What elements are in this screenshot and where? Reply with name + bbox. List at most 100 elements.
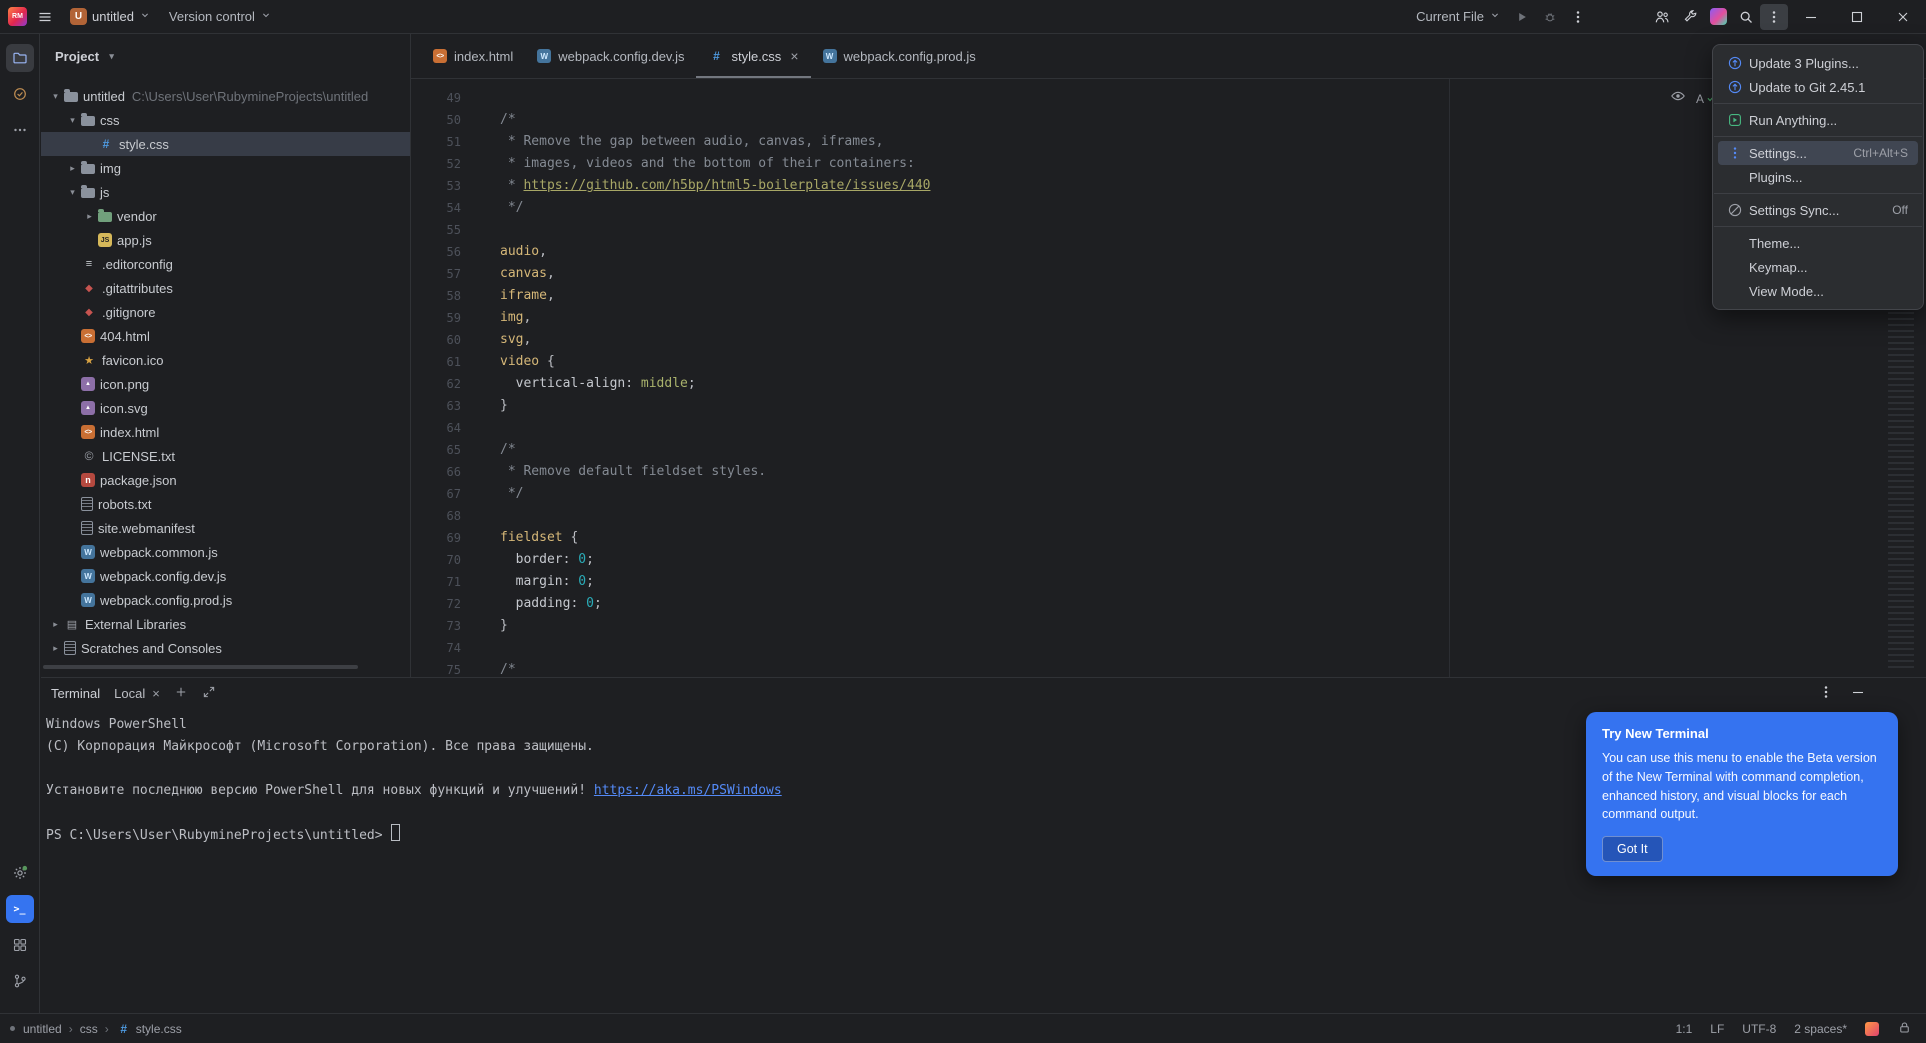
settings-tool-icon[interactable] xyxy=(6,859,34,887)
editor-code[interactable]: 4950/*51 * Remove the gap between audio,… xyxy=(411,79,1926,677)
tree-item-package-json[interactable]: npackage.json xyxy=(41,468,410,492)
terminal-panel-title[interactable]: Terminal xyxy=(51,686,100,701)
lock-icon[interactable] xyxy=(1897,1020,1912,1038)
css-file-icon: # xyxy=(116,1022,132,1036)
horizontal-scrollbar[interactable] xyxy=(43,665,358,669)
commit-tool-icon[interactable] xyxy=(6,80,34,108)
code-with-me-users-icon[interactable] xyxy=(1648,4,1676,30)
tree-item-external-libraries[interactable]: ▸▤External Libraries xyxy=(41,612,410,636)
close-terminal-tab-icon[interactable]: × xyxy=(152,686,160,701)
tree-item-robots-txt[interactable]: robots.txt xyxy=(41,492,410,516)
tree-item-label: .gitignore xyxy=(102,305,155,320)
chevron-right-icon[interactable]: ▸ xyxy=(47,643,64,654)
new-terminal-plus-icon[interactable] xyxy=(174,685,188,702)
ai-assistant-icon[interactable] xyxy=(1704,4,1732,30)
services-tool-icon[interactable] xyxy=(6,931,34,959)
window-minimize-button[interactable] xyxy=(1788,0,1834,33)
terminal-tool-icon[interactable]: >_ xyxy=(6,895,34,923)
plugins-wrench-icon[interactable] xyxy=(1676,4,1704,30)
terminal-tab-local[interactable]: Local × xyxy=(114,686,160,701)
editor-tab-style-css[interactable]: #style.css× xyxy=(696,34,810,78)
tree-item-gitignore[interactable]: ◆.gitignore xyxy=(41,300,410,324)
run-config-widget[interactable]: Current File xyxy=(1409,6,1508,27)
menu-item-plugins[interactable]: Plugins... xyxy=(1718,165,1918,189)
git-tool-icon[interactable] xyxy=(6,967,34,995)
tree-item-webpack-config-prod-js[interactable]: Wwebpack.config.prod.js xyxy=(41,588,410,612)
project-widget[interactable]: U untitled xyxy=(63,5,158,28)
project-tool-icon[interactable] xyxy=(6,44,34,72)
chevron-right-icon[interactable]: ▸ xyxy=(47,619,64,630)
reader-mode-eye-icon[interactable] xyxy=(1670,88,1686,109)
more-run-actions-icon[interactable] xyxy=(1564,4,1592,30)
menu-item-run-anything[interactable]: Run Anything... xyxy=(1718,108,1918,132)
window-close-button[interactable] xyxy=(1880,0,1926,33)
project-panel-header[interactable]: Project ▾ xyxy=(41,34,410,78)
tree-item-vendor[interactable]: ▸vendor xyxy=(41,204,410,228)
tree-item-untitled[interactable]: ▾untitledC:\Users\User\RubymineProjects\… xyxy=(41,84,410,108)
tree-item-index-html[interactable]: <>index.html xyxy=(41,420,410,444)
terminal-options-kebab-icon[interactable] xyxy=(1818,684,1834,703)
got-it-button[interactable]: Got It xyxy=(1602,836,1663,862)
more-tool-icon[interactable] xyxy=(6,116,34,144)
search-everywhere-icon[interactable] xyxy=(1732,4,1760,30)
hide-terminal-icon[interactable] xyxy=(1850,684,1866,703)
image-file-icon: ▲ xyxy=(81,401,95,415)
ai-status-icon[interactable] xyxy=(1865,1022,1879,1036)
line-separator[interactable]: LF xyxy=(1710,1022,1724,1036)
tree-item-gitattributes[interactable]: ◆.gitattributes xyxy=(41,276,410,300)
main-kebab-menu-icon[interactable] xyxy=(1760,4,1788,30)
code-text: * https://github.com/h5bp/html5-boilerpl… xyxy=(500,175,930,197)
tree-item-icon-png[interactable]: ▲icon.png xyxy=(41,372,410,396)
run-button-icon[interactable] xyxy=(1508,4,1536,30)
tree-item-img[interactable]: ▸img xyxy=(41,156,410,180)
chevron-down-icon[interactable]: ▾ xyxy=(64,115,81,126)
tree-item-404-html[interactable]: <>404.html xyxy=(41,324,410,348)
tree-item-app-js[interactable]: JSapp.js xyxy=(41,228,410,252)
chevron-right-icon[interactable]: ▸ xyxy=(64,163,81,174)
indent-setting[interactable]: 2 spaces* xyxy=(1794,1022,1847,1036)
maximize-terminal-icon[interactable] xyxy=(202,685,216,702)
chevron-right-icon[interactable]: ▸ xyxy=(81,211,98,222)
editor-tab-webpack-config-dev-js[interactable]: Wwebpack.config.dev.js xyxy=(525,34,696,78)
tree-item-webpack-config-dev-js[interactable]: Wwebpack.config.dev.js xyxy=(41,564,410,588)
tree-item-webpack-common-js[interactable]: Wwebpack.common.js xyxy=(41,540,410,564)
tree-item-license-txt[interactable]: ©LICENSE.txt xyxy=(41,444,410,468)
breadcrumb-item[interactable]: untitled xyxy=(23,1022,62,1036)
debug-button-icon[interactable] xyxy=(1536,4,1564,30)
npm-file-icon: n xyxy=(81,473,95,487)
editor-tab-webpack-config-prod-js[interactable]: Wwebpack.config.prod.js xyxy=(811,34,988,78)
menu-item-view-mode[interactable]: View Mode... xyxy=(1718,279,1918,303)
tree-item-css[interactable]: ▾css xyxy=(41,108,410,132)
menu-item-update-3-plugins[interactable]: Update 3 Plugins... xyxy=(1718,51,1918,75)
window-maximize-button[interactable] xyxy=(1834,0,1880,33)
tree-item-favicon-ico[interactable]: ★favicon.ico xyxy=(41,348,410,372)
hamburger-menu-icon[interactable] xyxy=(31,4,59,30)
chevron-down-icon[interactable]: ▾ xyxy=(64,187,81,198)
line-number: 74 xyxy=(411,637,461,659)
chevron-down-icon[interactable]: ▾ xyxy=(47,91,64,102)
vcs-widget[interactable]: Version control xyxy=(162,6,279,27)
caret-position[interactable]: 1:1 xyxy=(1676,1022,1693,1036)
webpack-file-icon: W xyxy=(81,545,95,559)
tree-item-editorconfig[interactable]: ≡.editorconfig xyxy=(41,252,410,276)
tree-item-icon-svg[interactable]: ▲icon.svg xyxy=(41,396,410,420)
tree-item-scratches-and-consoles[interactable]: ▸Scratches and Consoles xyxy=(41,636,410,660)
code-text: * images, videos and the bottom of their… xyxy=(500,153,915,175)
file-encoding[interactable]: UTF-8 xyxy=(1742,1022,1776,1036)
close-tab-icon[interactable]: × xyxy=(790,48,798,64)
menu-item-settings[interactable]: Settings...Ctrl+Alt+S xyxy=(1718,141,1918,165)
editor-tab-index-html[interactable]: <>index.html xyxy=(421,34,525,78)
menu-item-settings-sync[interactable]: Settings Sync...Off xyxy=(1718,198,1918,222)
menu-item-keymap[interactable]: Keymap... xyxy=(1718,255,1918,279)
breadcrumb-item[interactable]: css xyxy=(80,1022,98,1036)
tree-item-js[interactable]: ▾js xyxy=(41,180,410,204)
terminal-link[interactable]: https://aka.ms/PSWindows xyxy=(594,783,782,798)
code-text: */ xyxy=(500,483,523,505)
tree-item-style-css[interactable]: #style.css xyxy=(41,132,410,156)
tree-item-site-webmanifest[interactable]: site.webmanifest xyxy=(41,516,410,540)
breadcrumb-item[interactable]: style.css xyxy=(136,1022,182,1036)
menu-item-theme[interactable]: Theme... xyxy=(1718,231,1918,255)
line-number: 54 xyxy=(411,197,461,219)
tree-item-label: icon.png xyxy=(100,377,149,392)
menu-item-update-to-git-2-45-1[interactable]: Update to Git 2.45.1 xyxy=(1718,75,1918,99)
